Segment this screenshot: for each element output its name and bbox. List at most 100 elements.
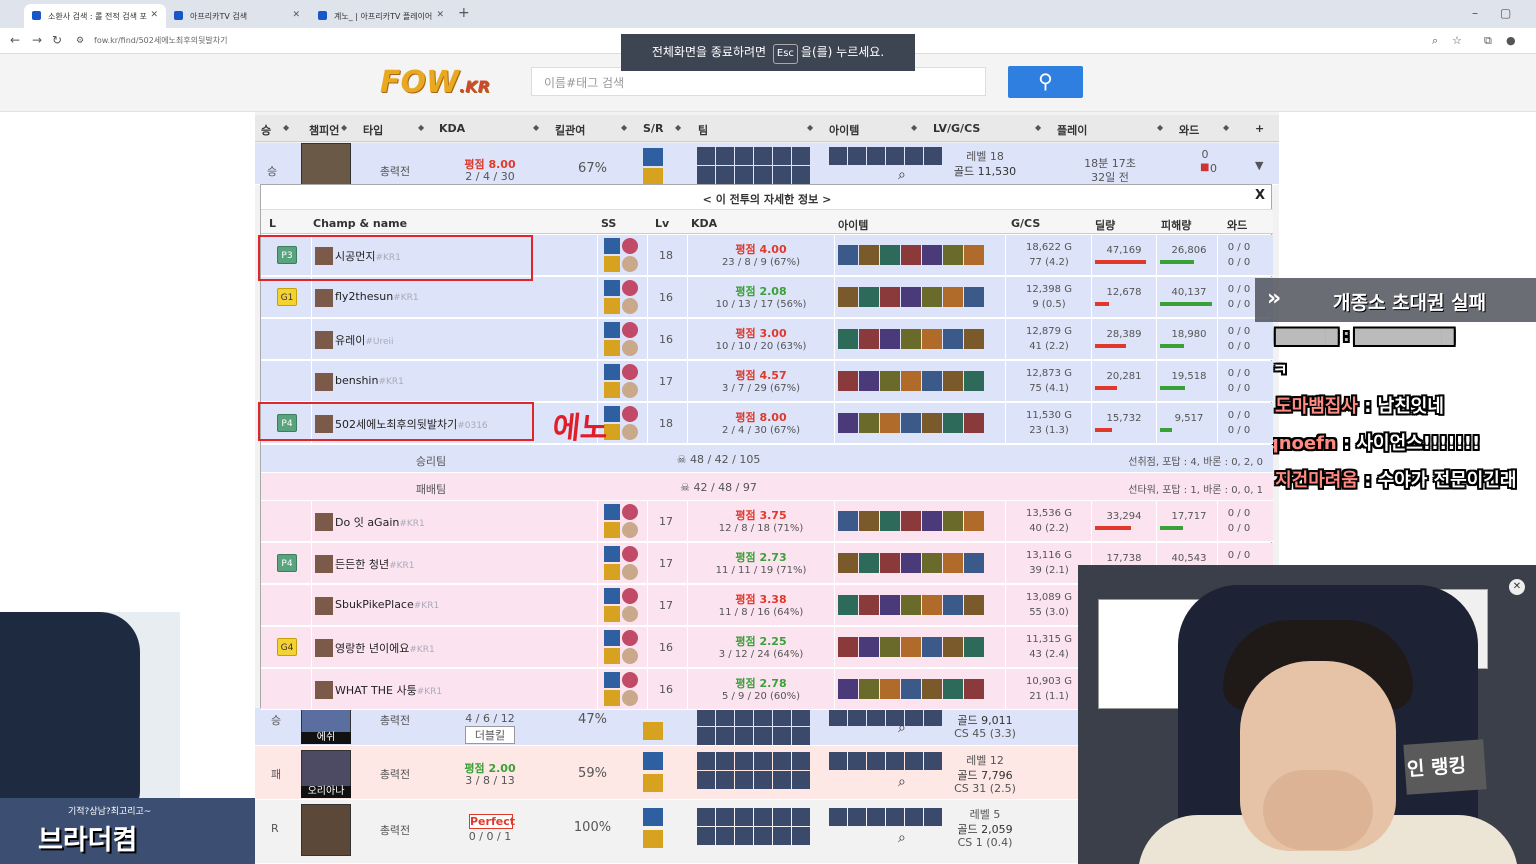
extensions-icon[interactable]: ⧉ — [1484, 34, 1492, 48]
summoner-tag: #KR1 — [416, 687, 443, 697]
player-name[interactable]: Do 잇 aGain#KR1 — [335, 514, 425, 530]
sort-icon[interactable]: ◆ — [911, 123, 917, 132]
bookmark-star-icon[interactable]: ☆ — [1452, 34, 1462, 47]
back-icon[interactable]: ← — [10, 33, 20, 47]
search-button[interactable]: ⚲ — [1008, 66, 1083, 98]
player-name[interactable]: WHAT THE 사퉁#KR1 — [335, 682, 442, 698]
col-divider — [1005, 403, 1006, 444]
player-row[interactable]: 유레이#Ureii 16 평점 3.00 10 / 10 / 20 (63%) 12,8… — [261, 319, 1273, 360]
col-items[interactable]: 아이템 — [829, 122, 859, 138]
sort-icon[interactable]: ◆ — [533, 123, 539, 132]
sort-icon[interactable]: ◆ — [807, 123, 813, 132]
forward-icon[interactable]: → — [32, 33, 42, 47]
tab-afreeca-search[interactable]: 아프리카TV 검색 ✕ — [166, 4, 308, 28]
col-divider — [1091, 501, 1092, 542]
skull-icon: ☠ — [676, 453, 690, 466]
rune-icon — [622, 690, 638, 706]
col-type[interactable]: 타입 — [363, 122, 383, 138]
col-divider — [1091, 235, 1092, 276]
fow-logo[interactable]: FOW.KR — [380, 65, 490, 100]
col-divider — [1005, 627, 1006, 668]
damage-dealt: 20,281 — [1106, 371, 1142, 382]
sort-icon[interactable]: ◆ — [1157, 123, 1163, 132]
magnifier-icon[interactable]: ⌕ — [898, 774, 906, 790]
zoom-icon[interactable]: ⌕ — [1432, 34, 1438, 48]
magnifier-icon[interactable]: ⌕ — [898, 167, 906, 183]
player-name[interactable]: 유레이#Ureii — [335, 332, 394, 348]
player-row[interactable]: Do 잇 aGain#KR1 17 평점 3.75 12 / 8 / 18 (71%)… — [261, 501, 1273, 542]
kda-value: 2 / 4 / 30 — [465, 170, 515, 183]
champion-level: 18 — [659, 249, 673, 262]
col-ward[interactable]: 와드 — [1179, 122, 1199, 138]
profile-icon[interactable]: ● — [1506, 34, 1516, 47]
col-play[interactable]: 플레이 — [1057, 122, 1087, 138]
player-row[interactable]: benshin#KR1 17 평점 4.57 3 / 7 / 29 (67%) 12,8… — [261, 361, 1273, 402]
expand-arrow-icon[interactable]: ▼ — [1255, 159, 1263, 172]
summoner-spell-icon — [604, 340, 620, 356]
close-tab-icon[interactable]: ✕ — [436, 10, 444, 20]
tab-fow[interactable]: 소환사 검색 : 롤 전적 검색 포 ✕ — [24, 4, 166, 28]
player-name[interactable]: SbukPikePlace#KR1 — [335, 598, 439, 611]
summoner-name: 영랑한 년이에요 — [335, 642, 410, 655]
item-icon — [838, 329, 858, 349]
col-divider — [597, 361, 598, 402]
magnifier-icon[interactable]: ⌕ — [898, 720, 906, 736]
player-name[interactable]: 영랑한 년이에요#KR1 — [335, 640, 435, 656]
sort-icon[interactable]: ◆ — [283, 123, 289, 132]
col-expand[interactable]: + — [1255, 122, 1264, 135]
damage-taken: 18,980 — [1171, 329, 1207, 340]
summoner-search-input[interactable]: 이름#태그 검색 — [531, 67, 986, 96]
reload-icon[interactable]: ↻ — [52, 33, 62, 47]
site-info-icon[interactable]: ⚙ — [76, 36, 84, 46]
sort-icon[interactable]: ◆ — [675, 123, 681, 132]
item-icon — [943, 245, 963, 265]
wards-placed: 0 / 0 — [1227, 410, 1251, 421]
sort-icon[interactable]: ◆ — [1223, 123, 1229, 132]
col-kill-participation[interactable]: 킬관여 — [555, 122, 585, 138]
player-name[interactable]: 든든한 청년#KR1 — [335, 556, 415, 572]
tab-afreeca-player[interactable]: 계노_ | 아프리카TV 플레이어 ✕ — [310, 4, 452, 28]
col-champion[interactable]: 챔피언 — [309, 122, 339, 138]
close-tab-icon[interactable]: ✕ — [292, 10, 300, 20]
match-type: 총력전 — [379, 165, 411, 178]
col-kda[interactable]: KDA — [439, 122, 465, 135]
player-name[interactable]: fly2thesun#KR1 — [335, 290, 419, 303]
level: 레벨 12 — [966, 754, 1004, 767]
col-divider — [647, 319, 648, 360]
minimize-icon[interactable]: – — [1472, 6, 1478, 20]
tier-badge: P4 — [277, 554, 297, 572]
url-field[interactable]: fow.kr/find/502세에노최후의뒷발차기 — [94, 35, 227, 46]
item-icon — [859, 679, 879, 699]
player-name[interactable]: benshin#KR1 — [335, 374, 404, 387]
col-level-gold-cs[interactable]: LV/G/CS — [933, 122, 980, 135]
damage-taken: 26,806 — [1171, 245, 1207, 256]
new-tab-icon[interactable]: + — [458, 5, 470, 21]
rune-icon — [622, 256, 638, 272]
sort-icon[interactable]: ◆ — [621, 123, 627, 132]
rune-icon — [622, 382, 638, 398]
tab-label: 계노_ | 아프리카TV 플레이어 — [334, 12, 433, 21]
col-team[interactable]: 팀 — [698, 122, 708, 138]
col-result[interactable]: 승 — [261, 122, 271, 138]
item-icon — [943, 595, 963, 615]
item-icon — [838, 287, 858, 307]
sort-icon[interactable]: ◆ — [341, 123, 347, 132]
sort-icon[interactable]: ◆ — [418, 123, 424, 132]
gold: 골드 11,530 — [953, 165, 1017, 178]
col-divider — [687, 361, 688, 402]
magnifier-icon[interactable]: ⌕ — [898, 830, 906, 846]
summoner-spell-icon — [604, 298, 620, 314]
item-icon — [964, 679, 984, 699]
notice-text: 전체화면을 종료하려면 — [651, 45, 767, 59]
close-tab-icon[interactable]: ✕ — [150, 10, 158, 20]
sort-icon[interactable]: ◆ — [1035, 123, 1041, 132]
player-row[interactable]: G1 fly2thesun#KR1 16 평점 2.08 10 / 13 / 17 (5… — [261, 277, 1273, 318]
match-row[interactable]: 승 총력전 평점 8.00 2 / 4 / 30 67% ⌕ 레벨 18 골드 … — [255, 143, 1279, 186]
close-popup-button[interactable]: X — [1255, 188, 1265, 203]
maximize-icon[interactable]: ▢ — [1500, 6, 1511, 20]
champion-icon — [315, 513, 333, 531]
webcam-feed: ✕ — [1078, 565, 1536, 864]
col-spells-runes[interactable]: S/R — [643, 122, 663, 135]
close-cam-icon[interactable]: ✕ — [1509, 579, 1525, 595]
wards-placed: 0 / 0 — [1227, 242, 1251, 253]
